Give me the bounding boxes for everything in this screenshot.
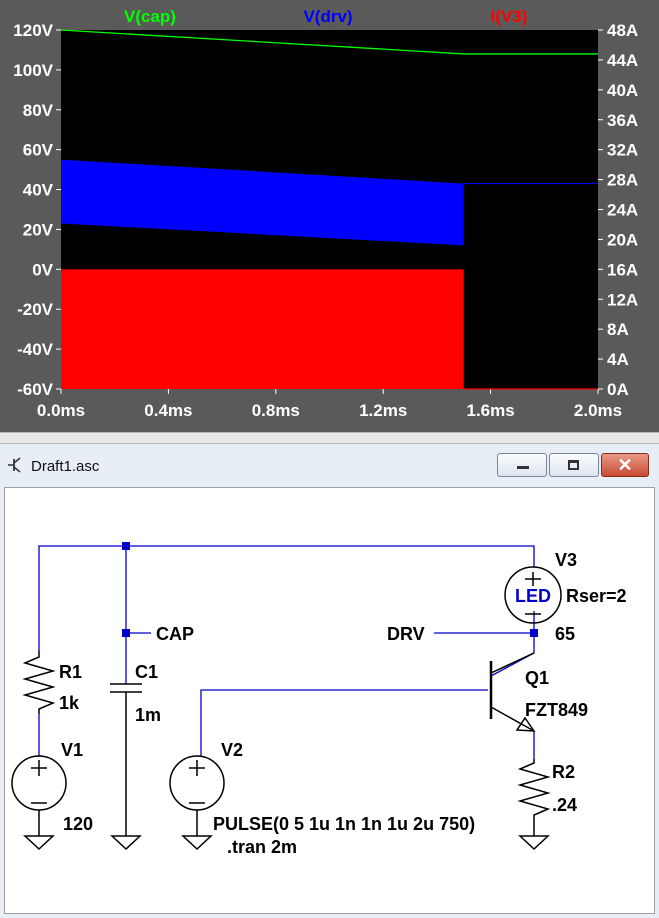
- r1-name: R1: [59, 662, 82, 682]
- pane-splitter[interactable]: [0, 432, 659, 444]
- q1-name: Q1: [525, 668, 549, 688]
- right-tick-label: 4A: [607, 350, 629, 369]
- v3-current: 65: [555, 624, 575, 644]
- left-tick-label: 100V: [13, 61, 53, 80]
- left-tick-label: -20V: [17, 300, 54, 319]
- source-v1[interactable]: [11, 755, 67, 836]
- minimize-icon: [517, 466, 529, 469]
- close-button[interactable]: ✕: [601, 453, 649, 477]
- resistor-r1[interactable]: [22, 651, 56, 714]
- v3-name: V3: [555, 550, 577, 570]
- wires: [38, 545, 535, 759]
- transistor-icon: [8, 457, 21, 473]
- left-axis: 120V 100V 80V 60V 40V 20V 0V -20V -40V -60V: [13, 21, 61, 399]
- left-tick-label: 0V: [32, 260, 53, 279]
- close-icon: ✕: [617, 455, 633, 475]
- x-tick-label: 0.4ms: [144, 401, 192, 420]
- led-label: LED: [515, 586, 551, 606]
- right-axis: 48A 44A 40A 36A 32A 28A 24A 20A 16A 12A 8A 4A 0A: [598, 21, 638, 399]
- schematic-canvas[interactable]: R1 1k C1 1m V1 120 V2 PULSE(0 5 1u 1n 1n…: [4, 487, 655, 914]
- r2-name: R2: [552, 762, 575, 782]
- x-tick-label: 2.0ms: [574, 401, 622, 420]
- right-tick-label: 44A: [607, 51, 638, 70]
- minimize-button[interactable]: [497, 453, 547, 477]
- waveform-plot[interactable]: 120V 100V 80V 60V 40V 20V 0V -20V -40V -60V 48A 44…: [0, 0, 659, 432]
- resistor-r2[interactable]: [517, 759, 551, 836]
- x-tick-label: 0.0ms: [37, 401, 85, 420]
- window-title: Draft1.asc: [31, 458, 100, 475]
- v3-value: Rser=2: [566, 586, 627, 606]
- right-tick-label: 20A: [607, 230, 638, 249]
- left-tick-label: 80V: [23, 101, 54, 120]
- right-tick-label: 48A: [607, 21, 638, 40]
- right-tick-label: 16A: [607, 260, 638, 279]
- q1-model: FZT849: [525, 700, 588, 720]
- legend-vdrv[interactable]: V(drv): [303, 7, 352, 26]
- trace-band-i-v3: [61, 269, 464, 389]
- left-tick-label: 40V: [23, 181, 54, 200]
- x-tick-label: 0.8ms: [252, 401, 300, 420]
- v2-value: PULSE(0 5 1u 1n 1n 1u 2u 750): [213, 814, 475, 834]
- junctions: [122, 542, 538, 637]
- net-label-cap[interactable]: CAP: [156, 624, 194, 644]
- right-tick-label: 32A: [607, 141, 638, 160]
- v2-name: V2: [221, 740, 243, 760]
- v1-name: V1: [61, 740, 83, 760]
- left-tick-label: -60V: [17, 380, 54, 399]
- net-label-drv[interactable]: DRV: [387, 624, 425, 644]
- right-tick-label: 12A: [607, 290, 638, 309]
- right-tick-label: 28A: [607, 171, 638, 190]
- left-tick-label: -40V: [17, 340, 54, 359]
- legend-vcap[interactable]: V(cap): [124, 7, 176, 26]
- maximize-icon: [568, 460, 579, 470]
- right-tick-label: 8A: [607, 320, 629, 339]
- x-axis: 0.0ms 0.4ms 0.8ms 1.2ms 1.6ms 2.0ms: [37, 389, 622, 420]
- maximize-button[interactable]: [549, 453, 599, 477]
- right-tick-label: 24A: [607, 201, 638, 220]
- c1-value: 1m: [135, 705, 161, 725]
- title-bar[interactable]: Draft1.asc ✕: [0, 444, 659, 484]
- schematic-drawing[interactable]: R1 1k C1 1m V1 120 V2 PULSE(0 5 1u 1n 1n…: [5, 488, 655, 914]
- waveform-viewer[interactable]: 120V 100V 80V 60V 40V 20V 0V -20V -40V -60V 48A 44…: [0, 0, 659, 432]
- right-tick-label: 0A: [607, 380, 629, 399]
- x-tick-label: 1.6ms: [466, 401, 514, 420]
- tran-directive[interactable]: .tran 2m: [227, 837, 297, 857]
- v1-value: 120: [63, 814, 93, 834]
- right-tick-label: 36A: [607, 111, 638, 130]
- c1-name: C1: [135, 662, 158, 682]
- r2-value: .24: [552, 795, 577, 815]
- left-tick-label: 20V: [23, 220, 54, 239]
- left-tick-label: 120V: [13, 21, 53, 40]
- r1-value: 1k: [59, 693, 80, 713]
- left-tick-label: 60V: [23, 141, 54, 160]
- x-tick-label: 1.2ms: [359, 401, 407, 420]
- schematic-window: Draft1.asc ✕ R1 1k C1 1m V1 120 V2 PULSE…: [0, 444, 659, 918]
- legend-iv3[interactable]: I(V3): [491, 7, 528, 26]
- right-tick-label: 40A: [607, 81, 638, 100]
